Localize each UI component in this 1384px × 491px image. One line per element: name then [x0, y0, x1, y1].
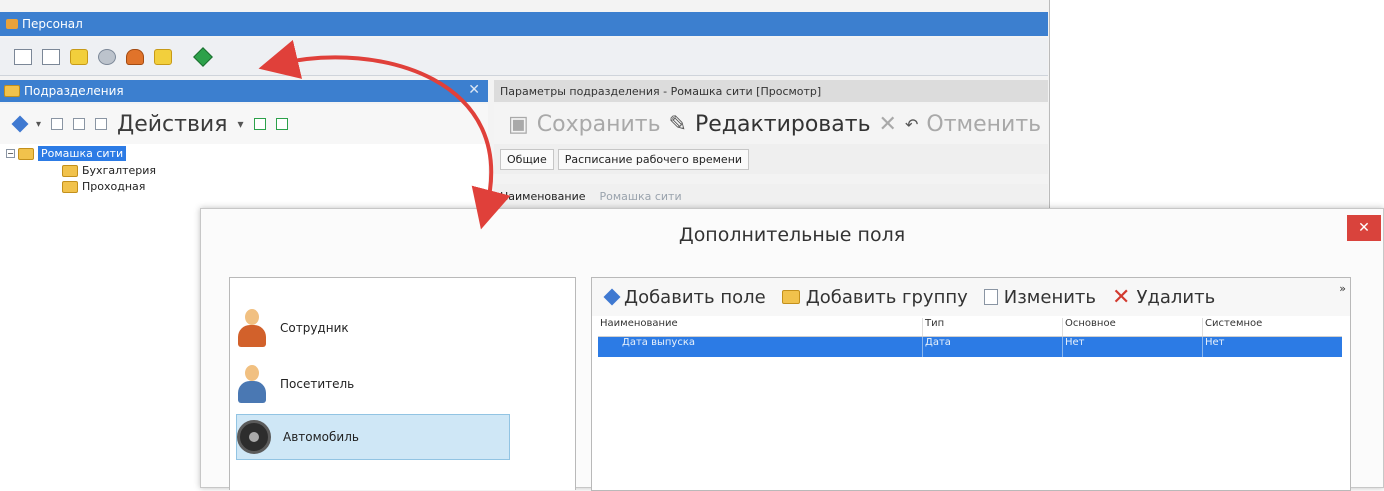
app-icon [6, 19, 18, 29]
collapse-icon[interactable] [73, 118, 86, 130]
add-field-label: Добавить поле [624, 286, 766, 308]
save-button[interactable]: Сохранить [537, 112, 661, 137]
person-icon[interactable] [126, 48, 144, 65]
tree-item-label[interactable]: Проходная [82, 180, 145, 193]
cancel-button[interactable]: Отменить [926, 112, 1041, 137]
title-bar: Персонал [0, 12, 1048, 36]
window-title: Персонал [22, 17, 83, 31]
save-icon[interactable]: ▣ [508, 112, 529, 137]
grid-header: Наименование Тип Основное Системное [598, 318, 1342, 337]
fields-panel: Добавить поле Добавить группу Изменить ✕… [591, 277, 1351, 491]
column-header-system[interactable]: Системное [1202, 318, 1342, 336]
name-row: Наименование Ромашка сити [494, 184, 1048, 208]
column-header-main[interactable]: Основное [1062, 318, 1202, 336]
folder-icon [4, 85, 20, 97]
cell-main: Нет [1062, 337, 1202, 357]
edit-icon[interactable]: ✎ [669, 112, 687, 137]
cancel-x-icon[interactable]: ✕ [879, 112, 897, 137]
object-item-employee[interactable]: Сотрудник [236, 306, 508, 350]
table-row[interactable]: Дата выпуска Дата Нет Нет [598, 337, 1342, 357]
tree-item-root[interactable]: − Ромашка сити [6, 146, 127, 161]
edit-button[interactable]: Изменить [983, 286, 1097, 308]
params-toolbar: ▣ Сохранить ✎ Редактировать ✕ ↶ Отменить [494, 104, 1048, 144]
grid-icon[interactable] [42, 48, 60, 65]
settings-icon[interactable] [98, 48, 116, 65]
dialog-close-button[interactable]: ✕ [1347, 215, 1381, 241]
tab-general[interactable]: Общие [500, 148, 554, 170]
edit-icon [983, 289, 998, 305]
departments-toolbar: ▾ Действия ▾ [0, 104, 488, 144]
fields-toolbar: Добавить поле Добавить группу Изменить ✕… [592, 278, 1350, 316]
star-icon[interactable] [70, 48, 88, 65]
object-item-label[interactable]: Сотрудник [280, 321, 349, 335]
collapse-node-icon[interactable]: − [6, 149, 15, 158]
object-item-label[interactable]: Автомобиль [283, 430, 359, 444]
add-group-label: Добавить группу [805, 286, 968, 308]
expand-icon[interactable] [51, 118, 64, 130]
chevron-down-icon[interactable]: ▾ [36, 119, 41, 130]
params-tabs: Общие Расписание рабочего времени [494, 144, 1048, 174]
cell-name: Дата выпуска [622, 337, 695, 348]
undo-icon[interactable]: ↶ [905, 115, 918, 134]
employee-icon [238, 309, 266, 347]
car-wheel-icon [237, 420, 271, 454]
edit-label: Изменить [1003, 286, 1097, 308]
folder-icon [18, 147, 34, 160]
tab-work-schedule[interactable]: Расписание рабочего времени [557, 148, 750, 170]
actions-menu[interactable]: Действия [117, 112, 227, 137]
name-label: Наименование [500, 189, 586, 203]
tree-item-label[interactable]: Бухгалтерия [82, 164, 156, 177]
edit-button[interactable]: Редактировать [695, 112, 871, 137]
column-header-name[interactable]: Наименование [598, 318, 922, 336]
folder-icon [62, 180, 78, 193]
extra-fields-icon[interactable] [193, 46, 213, 67]
document-icon[interactable] [95, 118, 108, 130]
object-item-car[interactable]: Автомобиль [236, 414, 510, 460]
export-icon[interactable] [253, 118, 266, 130]
object-item-label[interactable]: Посетитель [280, 377, 354, 391]
extra-fields-dialog: Дополнительные поля ✕ Сотрудник Посетите… [200, 208, 1384, 491]
tree-item-label[interactable]: Ромашка сити [38, 146, 127, 161]
cell-type: Дата [922, 337, 1062, 357]
delete-label: Удалить [1136, 286, 1216, 308]
object-item-visitor[interactable]: Посетитель [236, 362, 508, 406]
object-type-list: Сотрудник Посетитель Автомобиль [229, 277, 576, 490]
key-icon[interactable] [154, 48, 172, 65]
import-icon[interactable] [275, 118, 288, 130]
departments-panel-title: Подразделения [24, 84, 124, 98]
delete-button[interactable]: ✕ Удалить [1112, 285, 1215, 310]
add-icon [603, 288, 621, 306]
actions-chevron-icon[interactable]: ▾ [237, 117, 243, 131]
dialog-title: Дополнительные поля [678, 224, 906, 246]
params-panel-title: Параметры подразделения - Ромашка сити [… [500, 84, 822, 98]
overflow-chevron-icon[interactable]: » [1339, 282, 1346, 295]
folder-icon [62, 164, 78, 177]
visitor-icon [238, 365, 266, 403]
delete-icon: ✕ [1112, 284, 1131, 310]
departments-panel-header: Подразделения ✕ [0, 80, 488, 102]
main-toolbar [0, 38, 1048, 76]
add-group-button[interactable]: Добавить группу [781, 286, 968, 308]
tree-item-accounting[interactable]: Бухгалтерия [62, 164, 156, 177]
list-icon[interactable] [14, 48, 32, 65]
folder-icon [781, 290, 800, 304]
add-field-button[interactable]: Добавить поле [603, 286, 766, 308]
close-icon[interactable]: ✕ [468, 82, 480, 98]
cell-system: Нет [1202, 337, 1342, 357]
name-field[interactable]: Ромашка сити [599, 190, 681, 203]
params-panel-header: Параметры подразделения - Ромашка сити [… [494, 80, 1048, 102]
tree-item-checkpoint[interactable]: Проходная [62, 180, 145, 193]
add-icon[interactable] [11, 115, 29, 133]
column-header-type[interactable]: Тип [922, 318, 1062, 336]
